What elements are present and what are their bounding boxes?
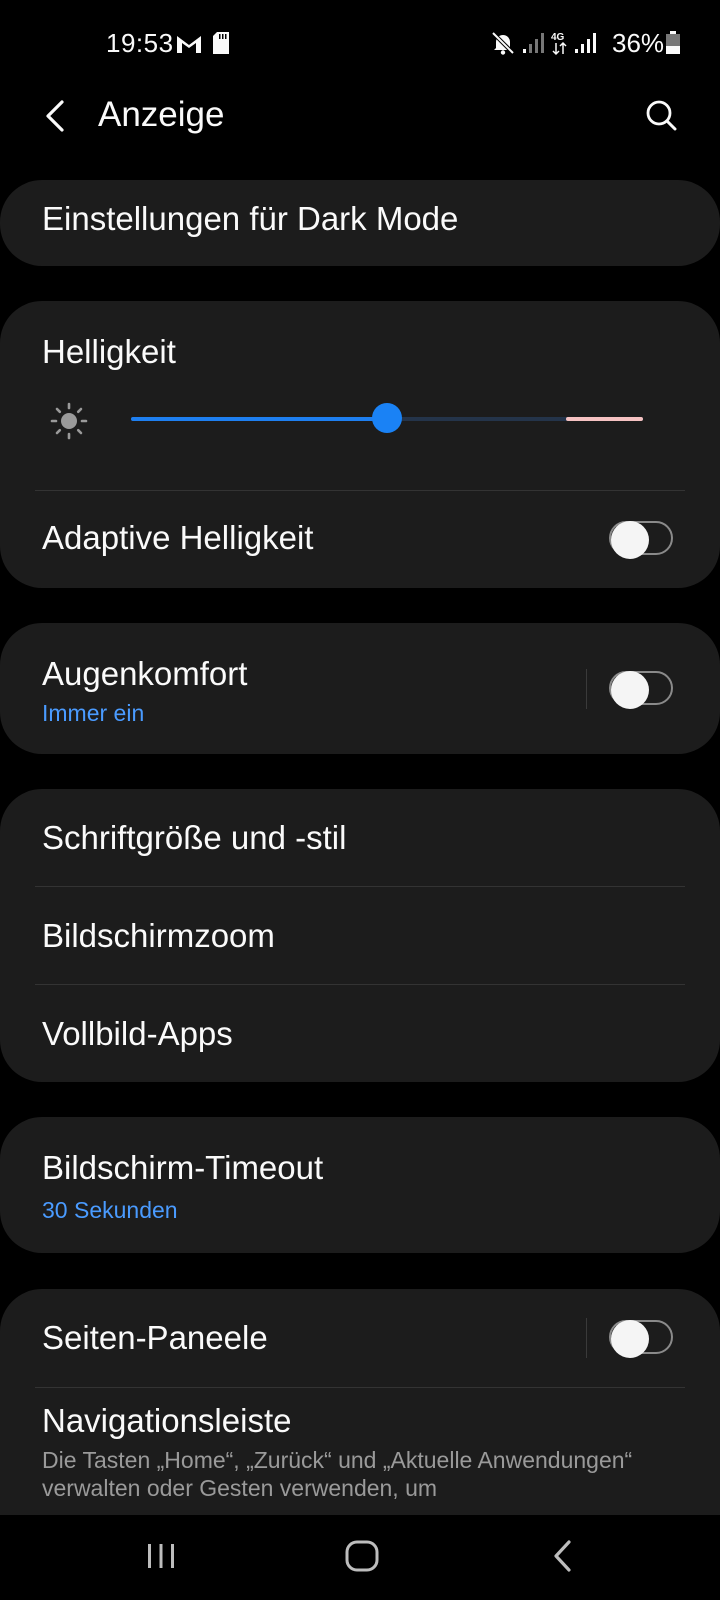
brightness-extra-range [566,417,643,421]
recents-icon[interactable] [141,1536,181,1576]
toggle-knob [611,1320,649,1358]
status-time: 19:53 [106,28,174,58]
brightness-label: Helligkeit [42,333,176,370]
status-bar: 19:53 4G 36% [0,0,720,90]
screen-timeout-value: 30 Sekunden [42,1197,178,1223]
display-options-card: Schriftgröße und -stil Bildschirmzoom Vo… [0,789,720,1082]
signal-icon [575,33,596,53]
navigation-bar-description: Die Tasten „Home“, „Zurück“ und „Aktuell… [42,1447,633,1501]
font-size-style-item[interactable]: Schriftgröße und -stil [0,789,720,886]
adaptive-brightness-row[interactable]: Adaptive Helligkeit [0,491,720,588]
svg-text:4G: 4G [551,32,565,43]
screen-zoom-item[interactable]: Bildschirmzoom [0,887,720,984]
search-button[interactable] [638,92,686,140]
toggle-knob [611,521,649,559]
screen-zoom-label: Bildschirmzoom [42,917,275,954]
sd-card-icon [213,32,229,54]
home-icon[interactable] [342,1536,382,1576]
gmail-icon [177,36,201,53]
brightness-slider-fill [131,417,387,421]
brightness-slider-thumb[interactable] [372,403,402,433]
page-title: Anzeige [98,95,225,134]
font-size-style-label: Schriftgröße und -stil [42,819,347,856]
toggle-knob [611,671,649,709]
back-icon[interactable] [544,1536,584,1576]
dark-mode-label: Einstellungen für Dark Mode [42,200,459,237]
fullscreen-apps-item[interactable]: Vollbild-Apps [0,985,720,1082]
4g-icon: 4G [551,32,567,56]
navigation-bar-label: Navigationsleiste [42,1402,292,1439]
side-panel-nav-card: Seiten-Paneele Navigationsleiste Die Tas… [0,1289,720,1515]
eye-comfort-label: Augenkomfort [42,655,248,692]
side-panels-toggle[interactable] [609,1320,673,1358]
battery-percent: 36% [612,28,665,58]
brightness-card: Helligkeit Adaptive Helligkeit [0,301,720,588]
search-icon [646,100,677,131]
battery-icon [666,31,680,54]
system-nav-bar [0,1515,720,1600]
brightness-slider[interactable] [131,403,643,433]
fullscreen-apps-label: Vollbild-Apps [42,1015,233,1052]
screen-timeout-item[interactable]: Bildschirm-Timeout 30 Sekunden [0,1117,720,1253]
eye-comfort-toggle[interactable] [609,671,673,709]
eye-comfort-status: Immer ein [42,700,145,726]
side-panels-item[interactable]: Seiten-Paneele [0,1289,720,1387]
sun-icon [50,402,88,440]
dark-mode-settings-item[interactable]: Einstellungen für Dark Mode [0,180,720,266]
back-arrow-icon [46,100,64,132]
screen-timeout-label: Bildschirm-Timeout [42,1149,324,1186]
adaptive-brightness-label: Adaptive Helligkeit [42,519,314,556]
eye-comfort-item[interactable]: Augenkomfort Immer ein [0,623,720,754]
adaptive-brightness-toggle[interactable] [609,521,673,559]
vertical-divider [586,669,587,709]
vertical-divider [586,1318,587,1358]
mute-icon [491,31,515,55]
back-button[interactable] [30,92,78,140]
side-panels-label: Seiten-Paneele [42,1319,268,1356]
signal-icon [523,33,544,53]
navigation-bar-item[interactable]: Navigationsleiste Die Tasten „Home“, „Zu… [0,1388,720,1515]
